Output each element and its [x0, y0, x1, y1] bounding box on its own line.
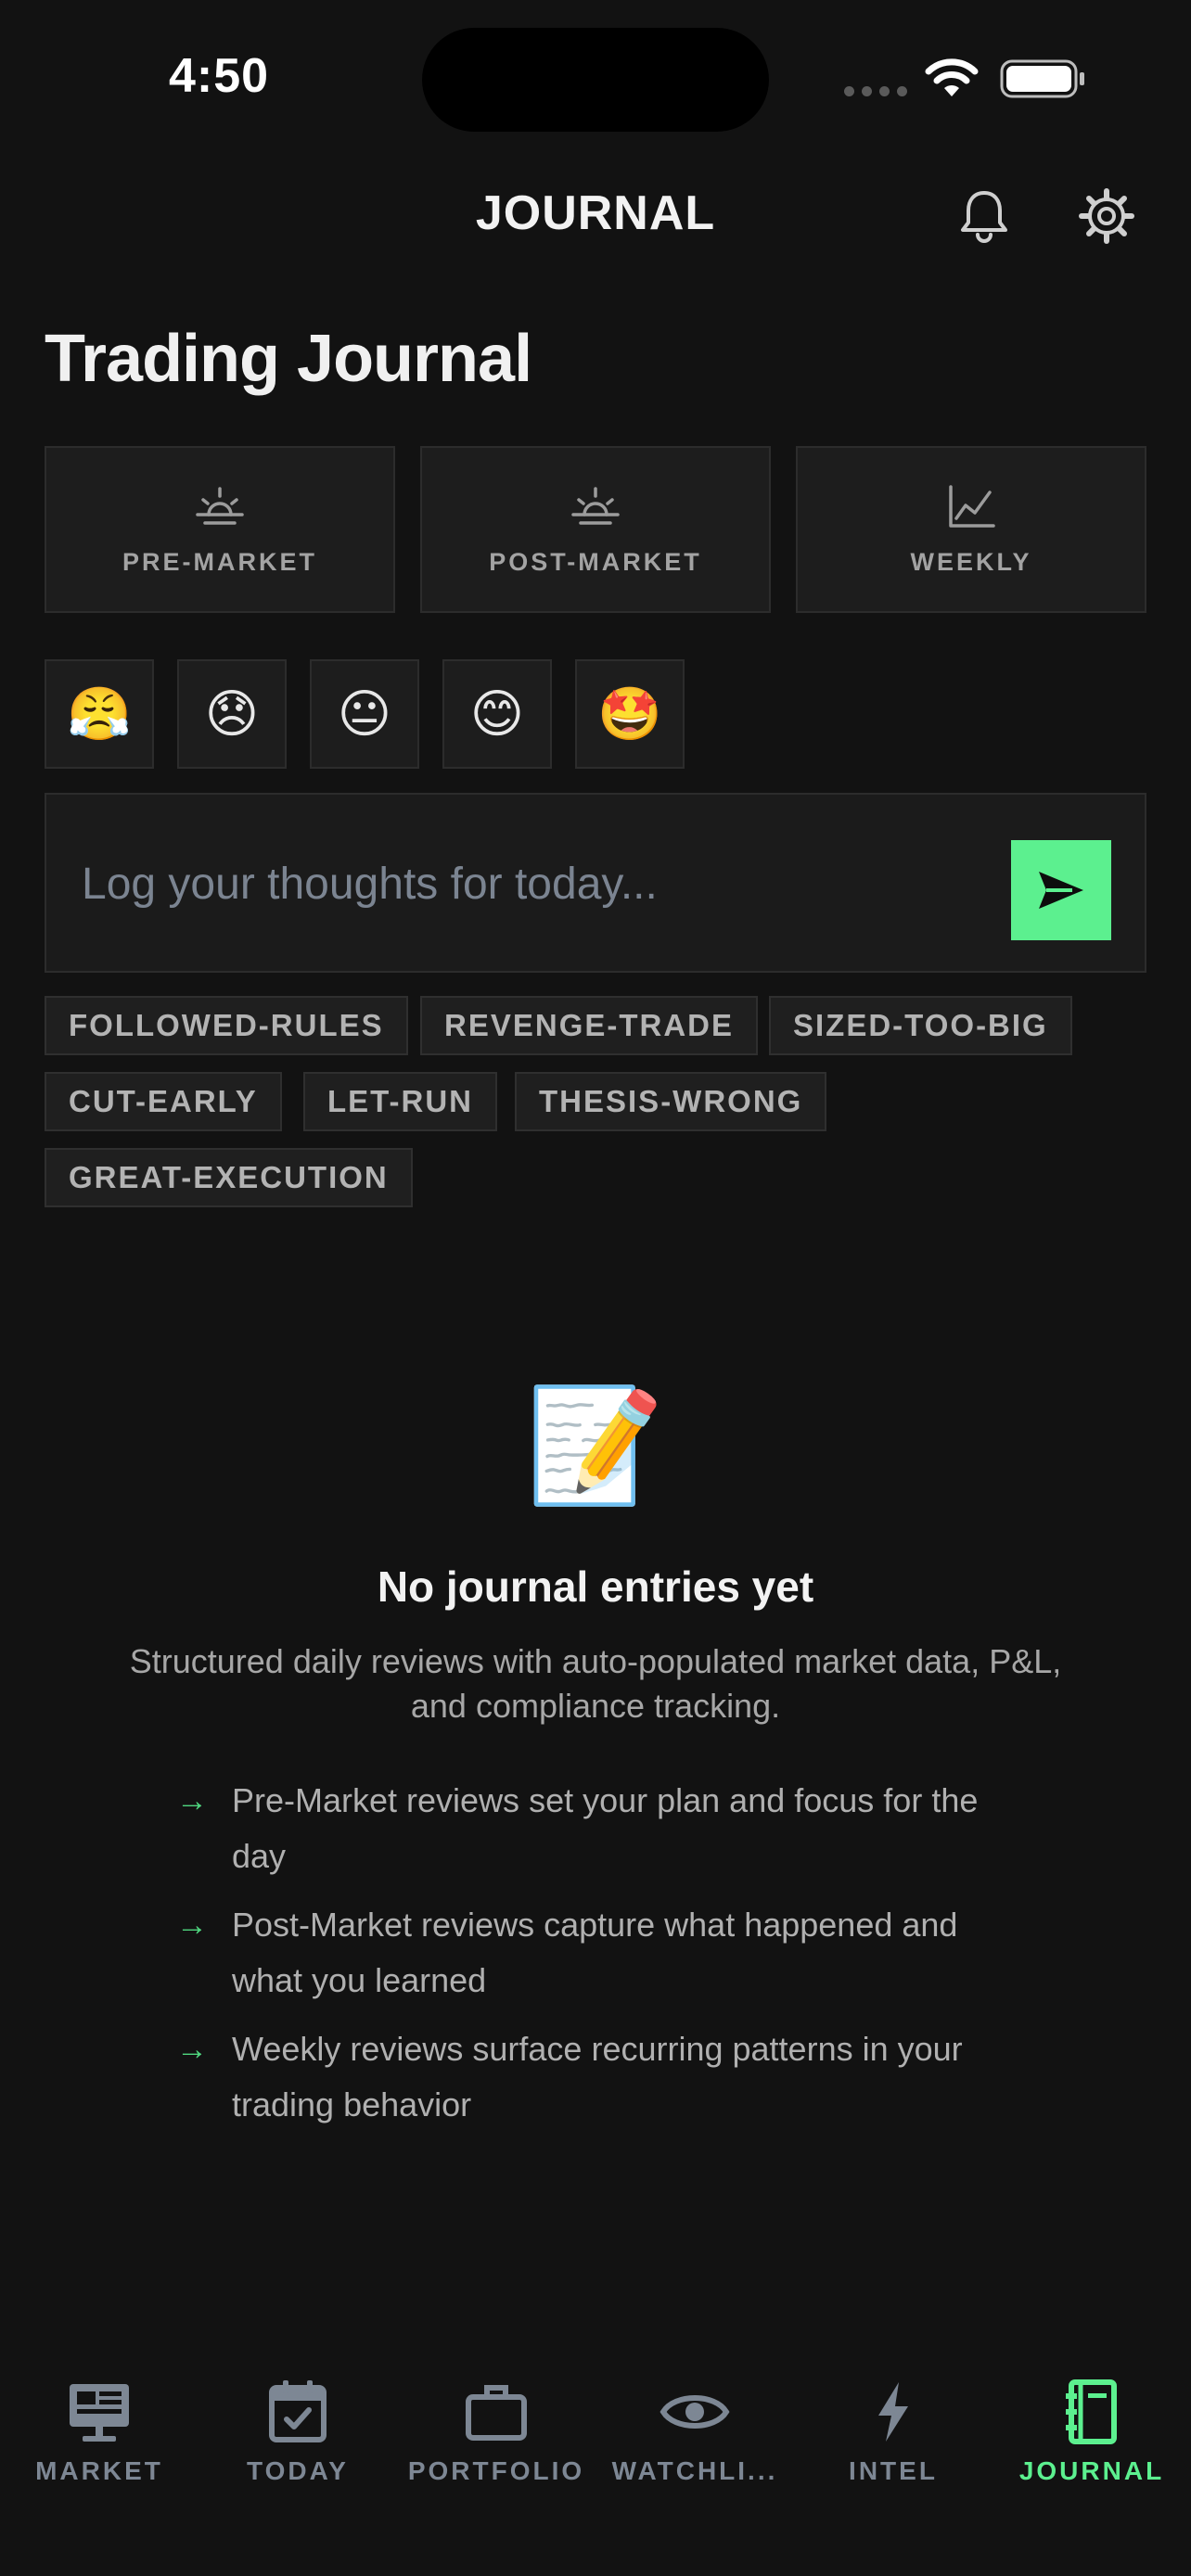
pre-market-card[interactable]: PRE-MARKET: [45, 446, 395, 613]
list-item: → Pre-Market reviews set your plan and f…: [176, 1773, 1030, 1884]
nav-label-portfolio: PORTFOLIO: [407, 2456, 585, 2485]
tag-thesis-wrong[interactable]: THESIS-WRONG: [515, 1072, 827, 1131]
mood-happy[interactable]: 😊: [442, 659, 552, 769]
nav-item-portfolio[interactable]: PORTFOLIO: [397, 2378, 596, 2518]
list-item: → Weekly reviews surface recurring patte…: [176, 2021, 1030, 2133]
mood-disappointed[interactable]: 😞: [177, 659, 287, 769]
journal-icon: [1066, 2379, 1117, 2444]
lightning-icon: [878, 2382, 908, 2442]
weekly-label: WEEKLY: [910, 547, 1032, 576]
gear-icon[interactable]: [1076, 185, 1137, 247]
nav-item-journal[interactable]: JOURNAL: [992, 2378, 1191, 2518]
send-icon: [1039, 872, 1083, 909]
list-item: → Post-Market reviews capture what happe…: [176, 1897, 1030, 2009]
list-item-text: Pre-Market reviews set your plan and foc…: [232, 1781, 979, 1875]
nav-label-market: MARKET: [35, 2456, 163, 2485]
nav-label-watchlist: WATCHLI...: [611, 2456, 778, 2485]
mood-neutral[interactable]: 😐: [310, 659, 419, 769]
tag-sized-too-big[interactable]: SIZED-TOO-BIG: [769, 996, 1072, 1055]
eye-icon: [660, 2395, 730, 2429]
page-title: Trading Journal: [45, 322, 532, 396]
arrow-right-icon: →: [176, 1907, 208, 1943]
weekly-card[interactable]: WEEKLY: [796, 446, 1146, 613]
mood-frustrated[interactable]: 😤: [45, 659, 154, 769]
arrow-right-icon: →: [176, 2032, 208, 2067]
empty-state-description: Structured daily reviews with auto-popul…: [129, 1642, 1062, 1725]
tag-followed-rules[interactable]: FOLLOWED-RULES: [45, 996, 408, 1055]
feature-list: → Pre-Market reviews set your plan and f…: [176, 1773, 1030, 2146]
bottom-nav: MARKET TODAY PORTFOLIO WATCHLI... INTEL: [0, 2378, 1191, 2518]
calendar-icon: [269, 2380, 327, 2442]
nav-item-today[interactable]: TODAY: [198, 2378, 397, 2518]
status-time: 4:50: [169, 49, 270, 103]
dynamic-island: [422, 28, 769, 132]
memo-icon: 📝: [526, 1384, 665, 1508]
nav-item-market[interactable]: MARKET: [0, 2378, 198, 2518]
send-button[interactable]: [1011, 840, 1111, 940]
cellular-signal-icon: [844, 86, 907, 96]
post-market-card[interactable]: POST-MARKET: [420, 446, 771, 613]
tag-let-run[interactable]: LET-RUN: [303, 1072, 497, 1131]
monitor-icon: [70, 2384, 129, 2442]
journal-entry-box: [45, 793, 1146, 973]
chart-line-icon: [949, 484, 995, 528]
battery-icon: [1000, 59, 1084, 98]
tag-cut-early[interactable]: CUT-EARLY: [45, 1072, 282, 1131]
sunset-icon: [571, 486, 620, 525]
sunrise-icon: [196, 486, 244, 525]
pre-market-label: PRE-MARKET: [122, 547, 317, 576]
briefcase-icon: [466, 2385, 527, 2441]
tag-great-execution[interactable]: GREAT-EXECUTION: [45, 1148, 413, 1207]
list-item-text: Post-Market reviews capture what happene…: [232, 1906, 958, 1999]
tag-revenge-trade[interactable]: REVENGE-TRADE: [420, 996, 759, 1055]
nav-item-intel[interactable]: INTEL: [794, 2378, 992, 2518]
bell-icon[interactable]: [954, 185, 1015, 247]
journal-entry-input[interactable]: [80, 846, 1011, 922]
post-market-label: POST-MARKET: [489, 547, 702, 576]
nav-item-watchlist[interactable]: WATCHLI...: [596, 2378, 794, 2518]
list-item-text: Weekly reviews surface recurring pattern…: [232, 2030, 963, 2123]
wifi-icon: [925, 58, 979, 96]
arrow-right-icon: →: [176, 1783, 208, 1818]
mood-excited[interactable]: 🤩: [575, 659, 685, 769]
empty-state-title: No journal entries yet: [377, 1562, 814, 1611]
nav-label-intel: INTEL: [849, 2456, 938, 2485]
nav-label-today: TODAY: [247, 2456, 349, 2485]
nav-label-journal: JOURNAL: [1018, 2456, 1165, 2485]
